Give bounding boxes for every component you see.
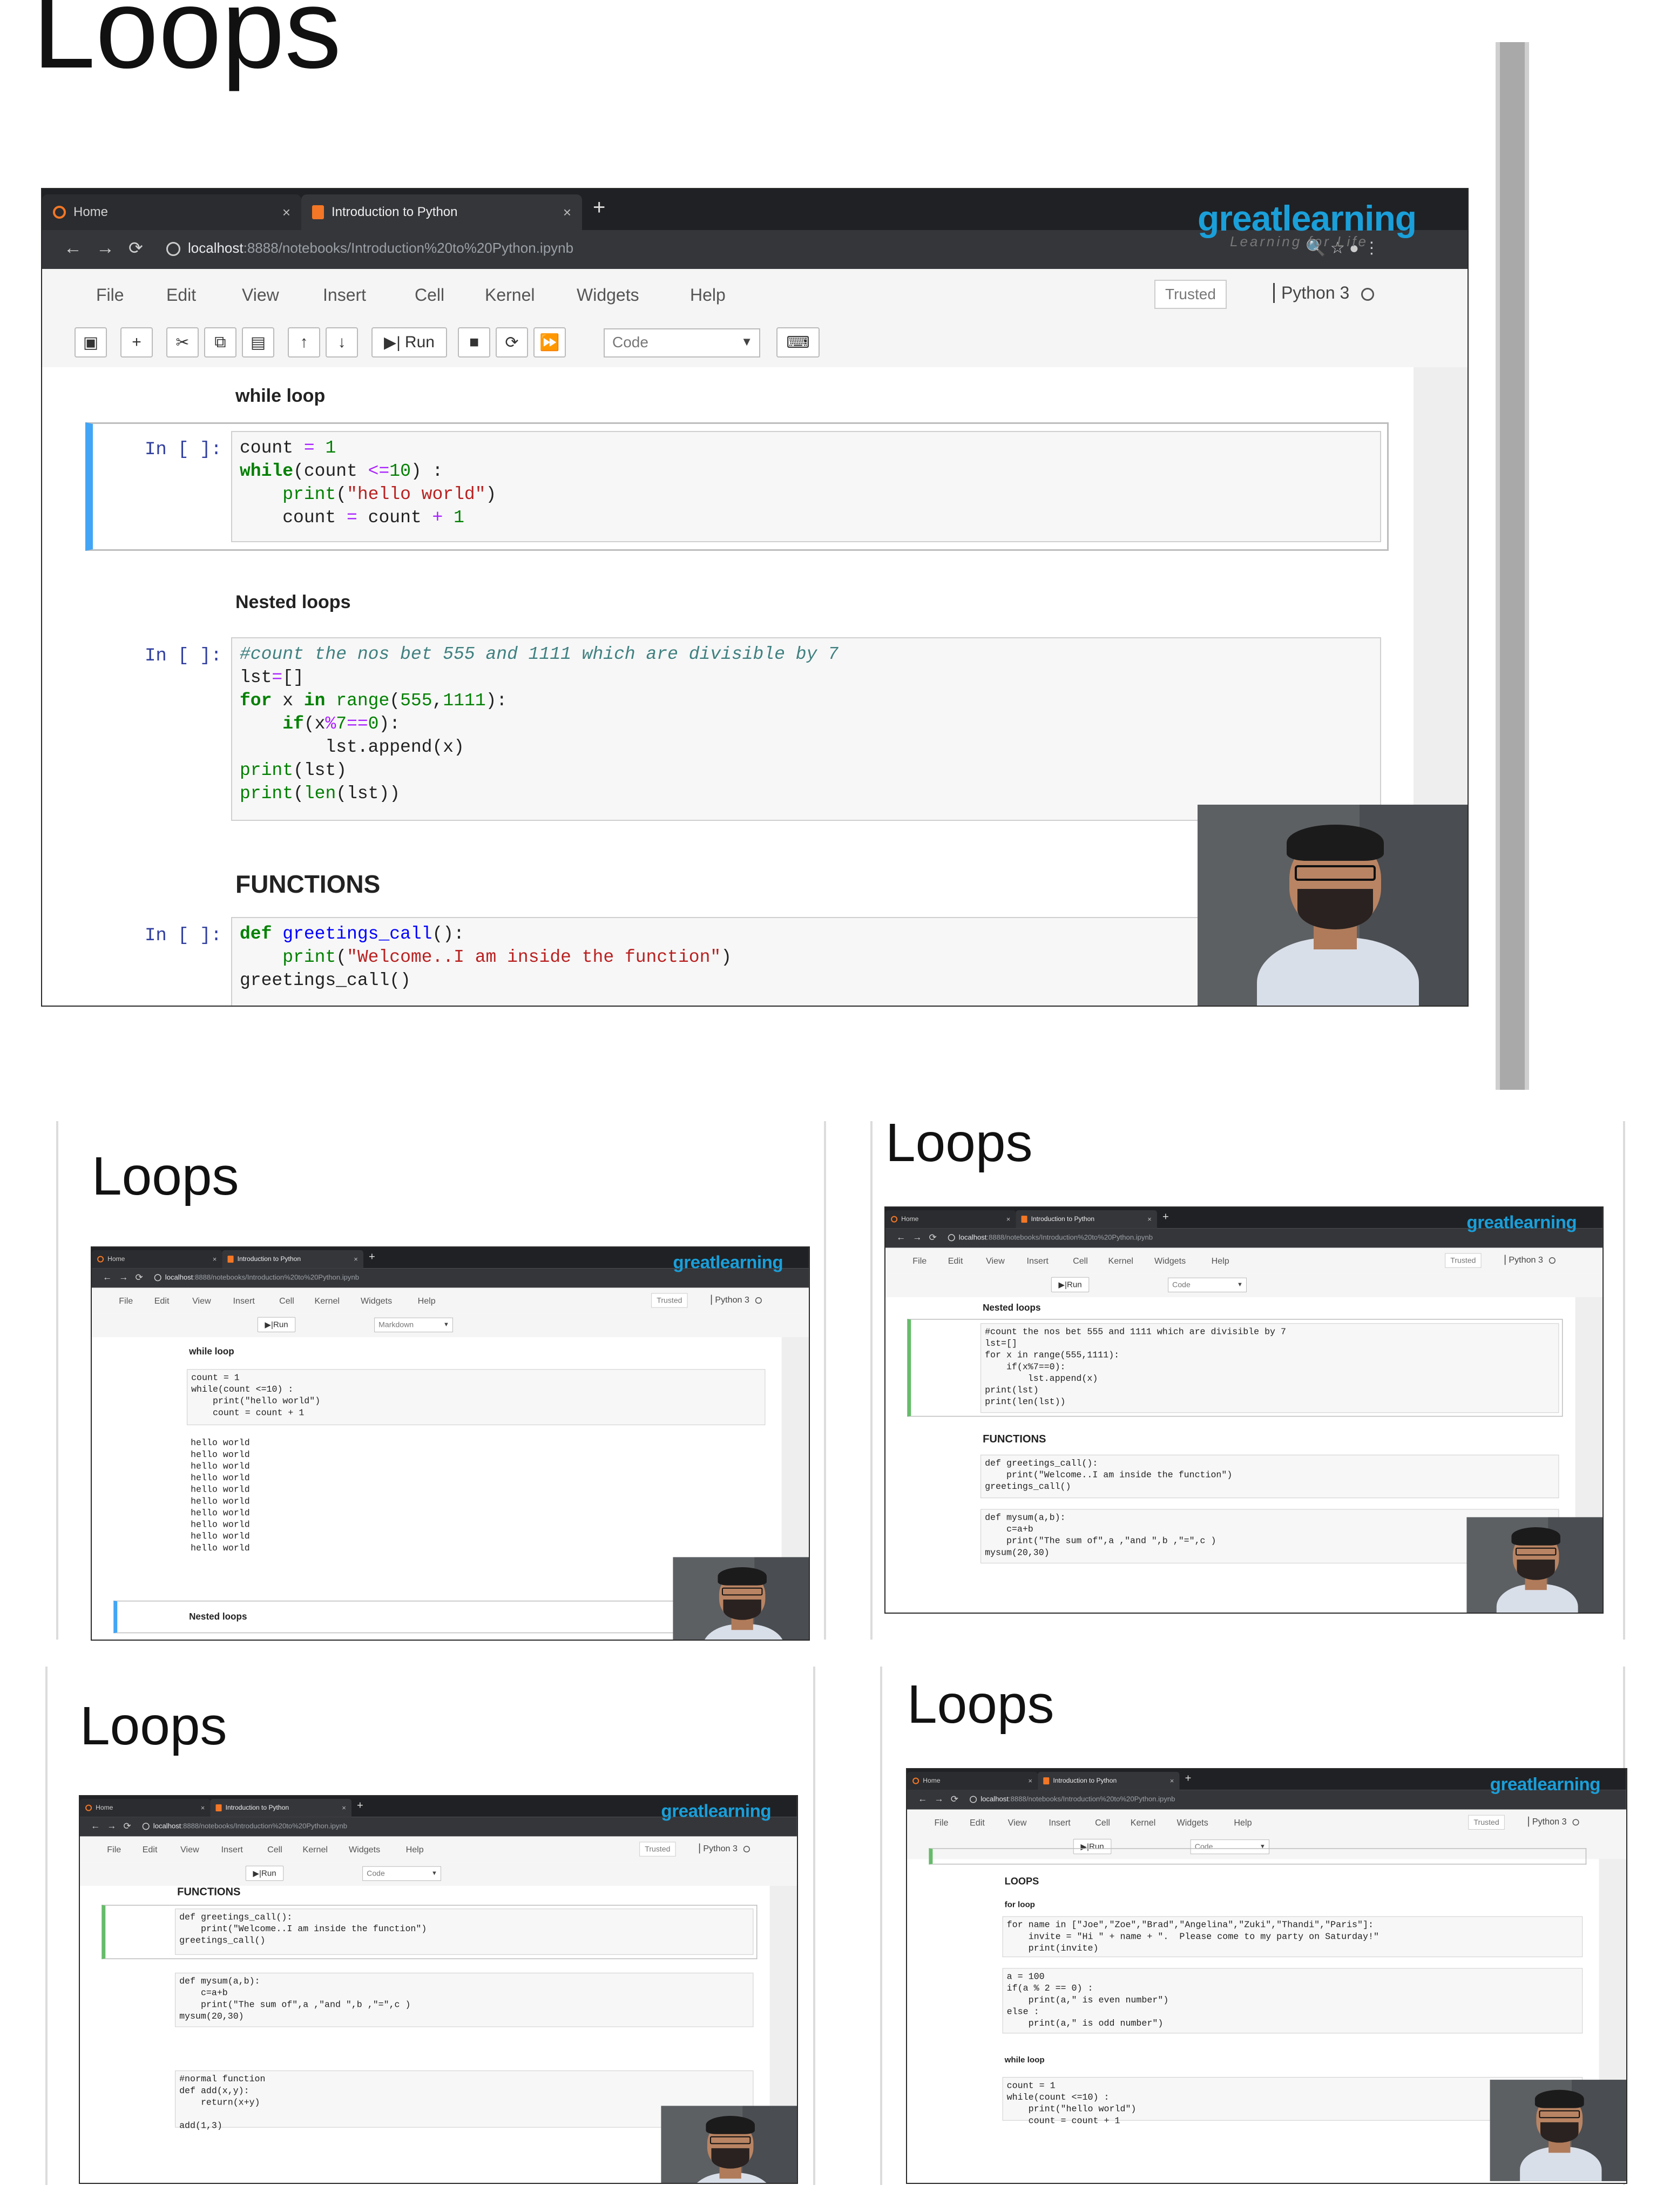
- notebook-screenshot: Home × Introduction to Python × + ← → ⟳ lo…: [42, 189, 1468, 1006]
- slide-border: [1623, 1121, 1625, 1640]
- menu-edit[interactable]: Edit: [166, 285, 196, 305]
- vertical-scrollbar[interactable]: [1496, 42, 1529, 1090]
- menu-widgets[interactable]: Widgets: [577, 285, 639, 305]
- greatlearning-tagline: Learning for Life: [1230, 233, 1368, 249]
- restart-icon[interactable]: ⟳: [496, 327, 528, 358]
- heading-functions: FUNCTIONS: [235, 870, 381, 898]
- keyboard-icon[interactable]: ⌨: [776, 327, 820, 358]
- slide-title: Loops: [92, 1146, 239, 1206]
- tab-home-label: Home: [73, 205, 109, 219]
- run-button[interactable]: ▶| Run: [371, 327, 447, 358]
- notebook-screenshot: Home × Introduction to Python × + ← → ⟳ localho…: [907, 1769, 1626, 2183]
- notebook-screenshot: Home × Introduction to Python × + ← → ⟳ localho…: [92, 1247, 809, 1640]
- menu-file[interactable]: File: [96, 285, 124, 305]
- url-host: localhost: [188, 240, 244, 256]
- copy-icon[interactable]: ⧉: [204, 327, 236, 358]
- run-label: Run: [404, 333, 435, 351]
- greatlearning-logo: greatlearning: [1198, 198, 1417, 238]
- url-field[interactable]: localhost:8888/notebooks/Introduction%20…: [166, 240, 573, 257]
- run-icon: ▶|: [384, 333, 401, 352]
- tab-notebook[interactable]: Introduction to Python ×: [301, 194, 582, 230]
- menu-cell[interactable]: Cell: [415, 285, 444, 305]
- slide-border: [45, 1667, 48, 2185]
- notebook-toolbar: ▣ + ✂ ⧉ ▤ ↑ ↓ ▶| Run ■ ⟳ ⏩ Code ▼ ⌨: [42, 321, 1468, 368]
- cell-type-value: Code: [612, 334, 648, 350]
- reload-icon[interactable]: ⟳: [129, 238, 143, 258]
- slide-title: Loops: [885, 1112, 1033, 1173]
- slide-border: [880, 1667, 882, 2185]
- slide-title: Loops: [907, 1674, 1054, 1735]
- close-icon[interactable]: ×: [282, 204, 290, 221]
- notebook-screenshot: Home × Introduction to Python × + ← → ⟳ localho…: [80, 1796, 797, 2183]
- notebook-icon: [312, 205, 324, 219]
- presenter-webcam: [1198, 805, 1468, 1006]
- cell-prompt: In [ ]:: [145, 440, 222, 460]
- tab-home[interactable]: Home ×: [42, 194, 301, 230]
- cell-type-select[interactable]: Code ▼: [604, 328, 760, 358]
- cut-icon[interactable]: ✂: [166, 327, 199, 358]
- slide-border: [870, 1121, 873, 1640]
- new-tab-button[interactable]: +: [593, 195, 605, 220]
- menu-kernel[interactable]: Kernel: [485, 285, 535, 305]
- info-icon: [166, 242, 180, 257]
- notebook-screenshot: Home × Introduction to Python × + ← → ⟳ localho…: [885, 1208, 1602, 1613]
- jupyter-icon: [53, 206, 66, 219]
- chevron-down-icon: ▼: [741, 335, 753, 348]
- kernel-name: Python 3: [1281, 283, 1350, 302]
- save-icon[interactable]: ▣: [75, 327, 107, 358]
- add-cell-icon[interactable]: +: [120, 327, 153, 358]
- menu-help[interactable]: Help: [690, 285, 726, 305]
- kernel-status-icon: [1361, 287, 1375, 301]
- greatlearning-logo: greatlearning: [1466, 1212, 1577, 1232]
- trusted-badge[interactable]: Trusted: [1154, 280, 1227, 309]
- kernel-indicator: Python 3: [1273, 283, 1375, 303]
- greatlearning-logo: greatlearning: [1490, 1773, 1601, 1794]
- heading-while-loop: while loop: [235, 386, 326, 406]
- slide-border: [813, 1667, 815, 2185]
- move-down-icon[interactable]: ↓: [326, 327, 358, 358]
- slide-title: Loops: [80, 1696, 227, 1756]
- cell-prompt: In [ ]:: [145, 646, 222, 666]
- slide-border: [824, 1121, 826, 1640]
- greatlearning-logo: greatlearning: [673, 1252, 783, 1272]
- url-path: :8888/notebooks/Introduction%20to%20Pyth…: [243, 240, 574, 256]
- heading-nested-loops: Nested loops: [235, 592, 351, 612]
- back-arrow-icon[interactable]: ←: [64, 238, 82, 259]
- menu-insert[interactable]: Insert: [323, 285, 366, 305]
- fast-forward-icon[interactable]: ⏩: [533, 327, 566, 358]
- slide-title: Loops: [32, 0, 342, 92]
- paste-icon[interactable]: ▤: [242, 327, 274, 358]
- code-cell-while[interactable]: count = 1 while(count <=10) : print("hel…: [231, 431, 1381, 542]
- slide-border: [56, 1121, 58, 1640]
- cell-prompt: In [ ]:: [145, 926, 222, 946]
- notebook-menu-bar: File Edit View Insert Cell Kernel Widget…: [42, 269, 1468, 321]
- close-icon[interactable]: ×: [563, 204, 571, 221]
- stop-icon[interactable]: ■: [458, 327, 490, 358]
- tab-notebook-label: Introduction to Python: [332, 205, 458, 219]
- menu-view[interactable]: View: [242, 285, 279, 305]
- forward-arrow-icon[interactable]: →: [96, 238, 114, 259]
- greatlearning-logo: greatlearning: [661, 1800, 772, 1821]
- move-up-icon[interactable]: ↑: [288, 327, 320, 358]
- code-cell-nested[interactable]: #count the nos bet 555 and 1111 which ar…: [231, 637, 1381, 821]
